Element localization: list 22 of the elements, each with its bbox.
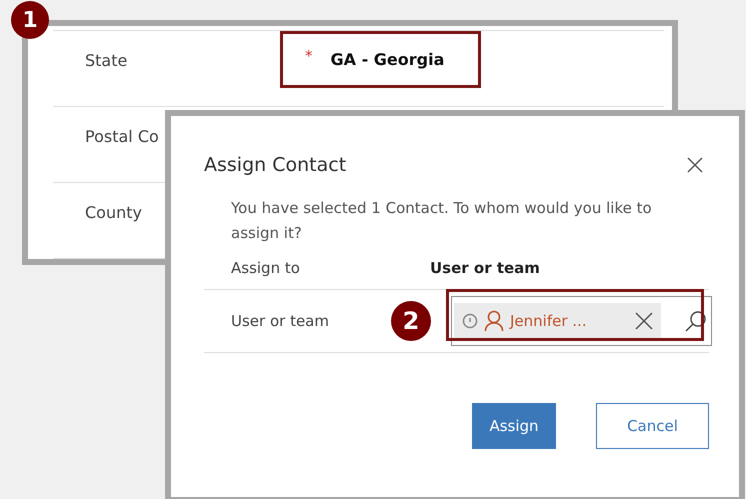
person-icon [484,310,504,332]
user-tag[interactable]: Jennifer ... [454,303,661,339]
callout-badge: 2 [391,301,431,341]
required-mark: * [305,46,312,64]
assign-to-label: Assign to [230,258,300,276]
field-label: State [84,51,128,70]
assign-to-value: User or team [430,258,540,276]
assign-button[interactable]: Assign [472,403,556,449]
lookup-label: User or team [230,312,329,330]
field-value: GA - Georgia [330,50,444,69]
field-label: Postal Co [84,127,159,146]
cancel-button[interactable]: Cancel [596,403,709,449]
dialog-title: Assign Contact [204,154,346,176]
dialog-message: You have selected 1 Contact. To whom would you like to assign it? [231,198,653,244]
user-name: Jennifer ... [510,312,588,330]
search-icon[interactable] [685,310,707,332]
lookup-field[interactable]: Jennifer ... [451,296,712,346]
remove-icon[interactable] [635,312,653,330]
callout-badge: 1 [11,1,49,39]
close-icon[interactable] [685,155,705,175]
field-label: County [84,203,142,222]
status-icon [462,313,478,329]
